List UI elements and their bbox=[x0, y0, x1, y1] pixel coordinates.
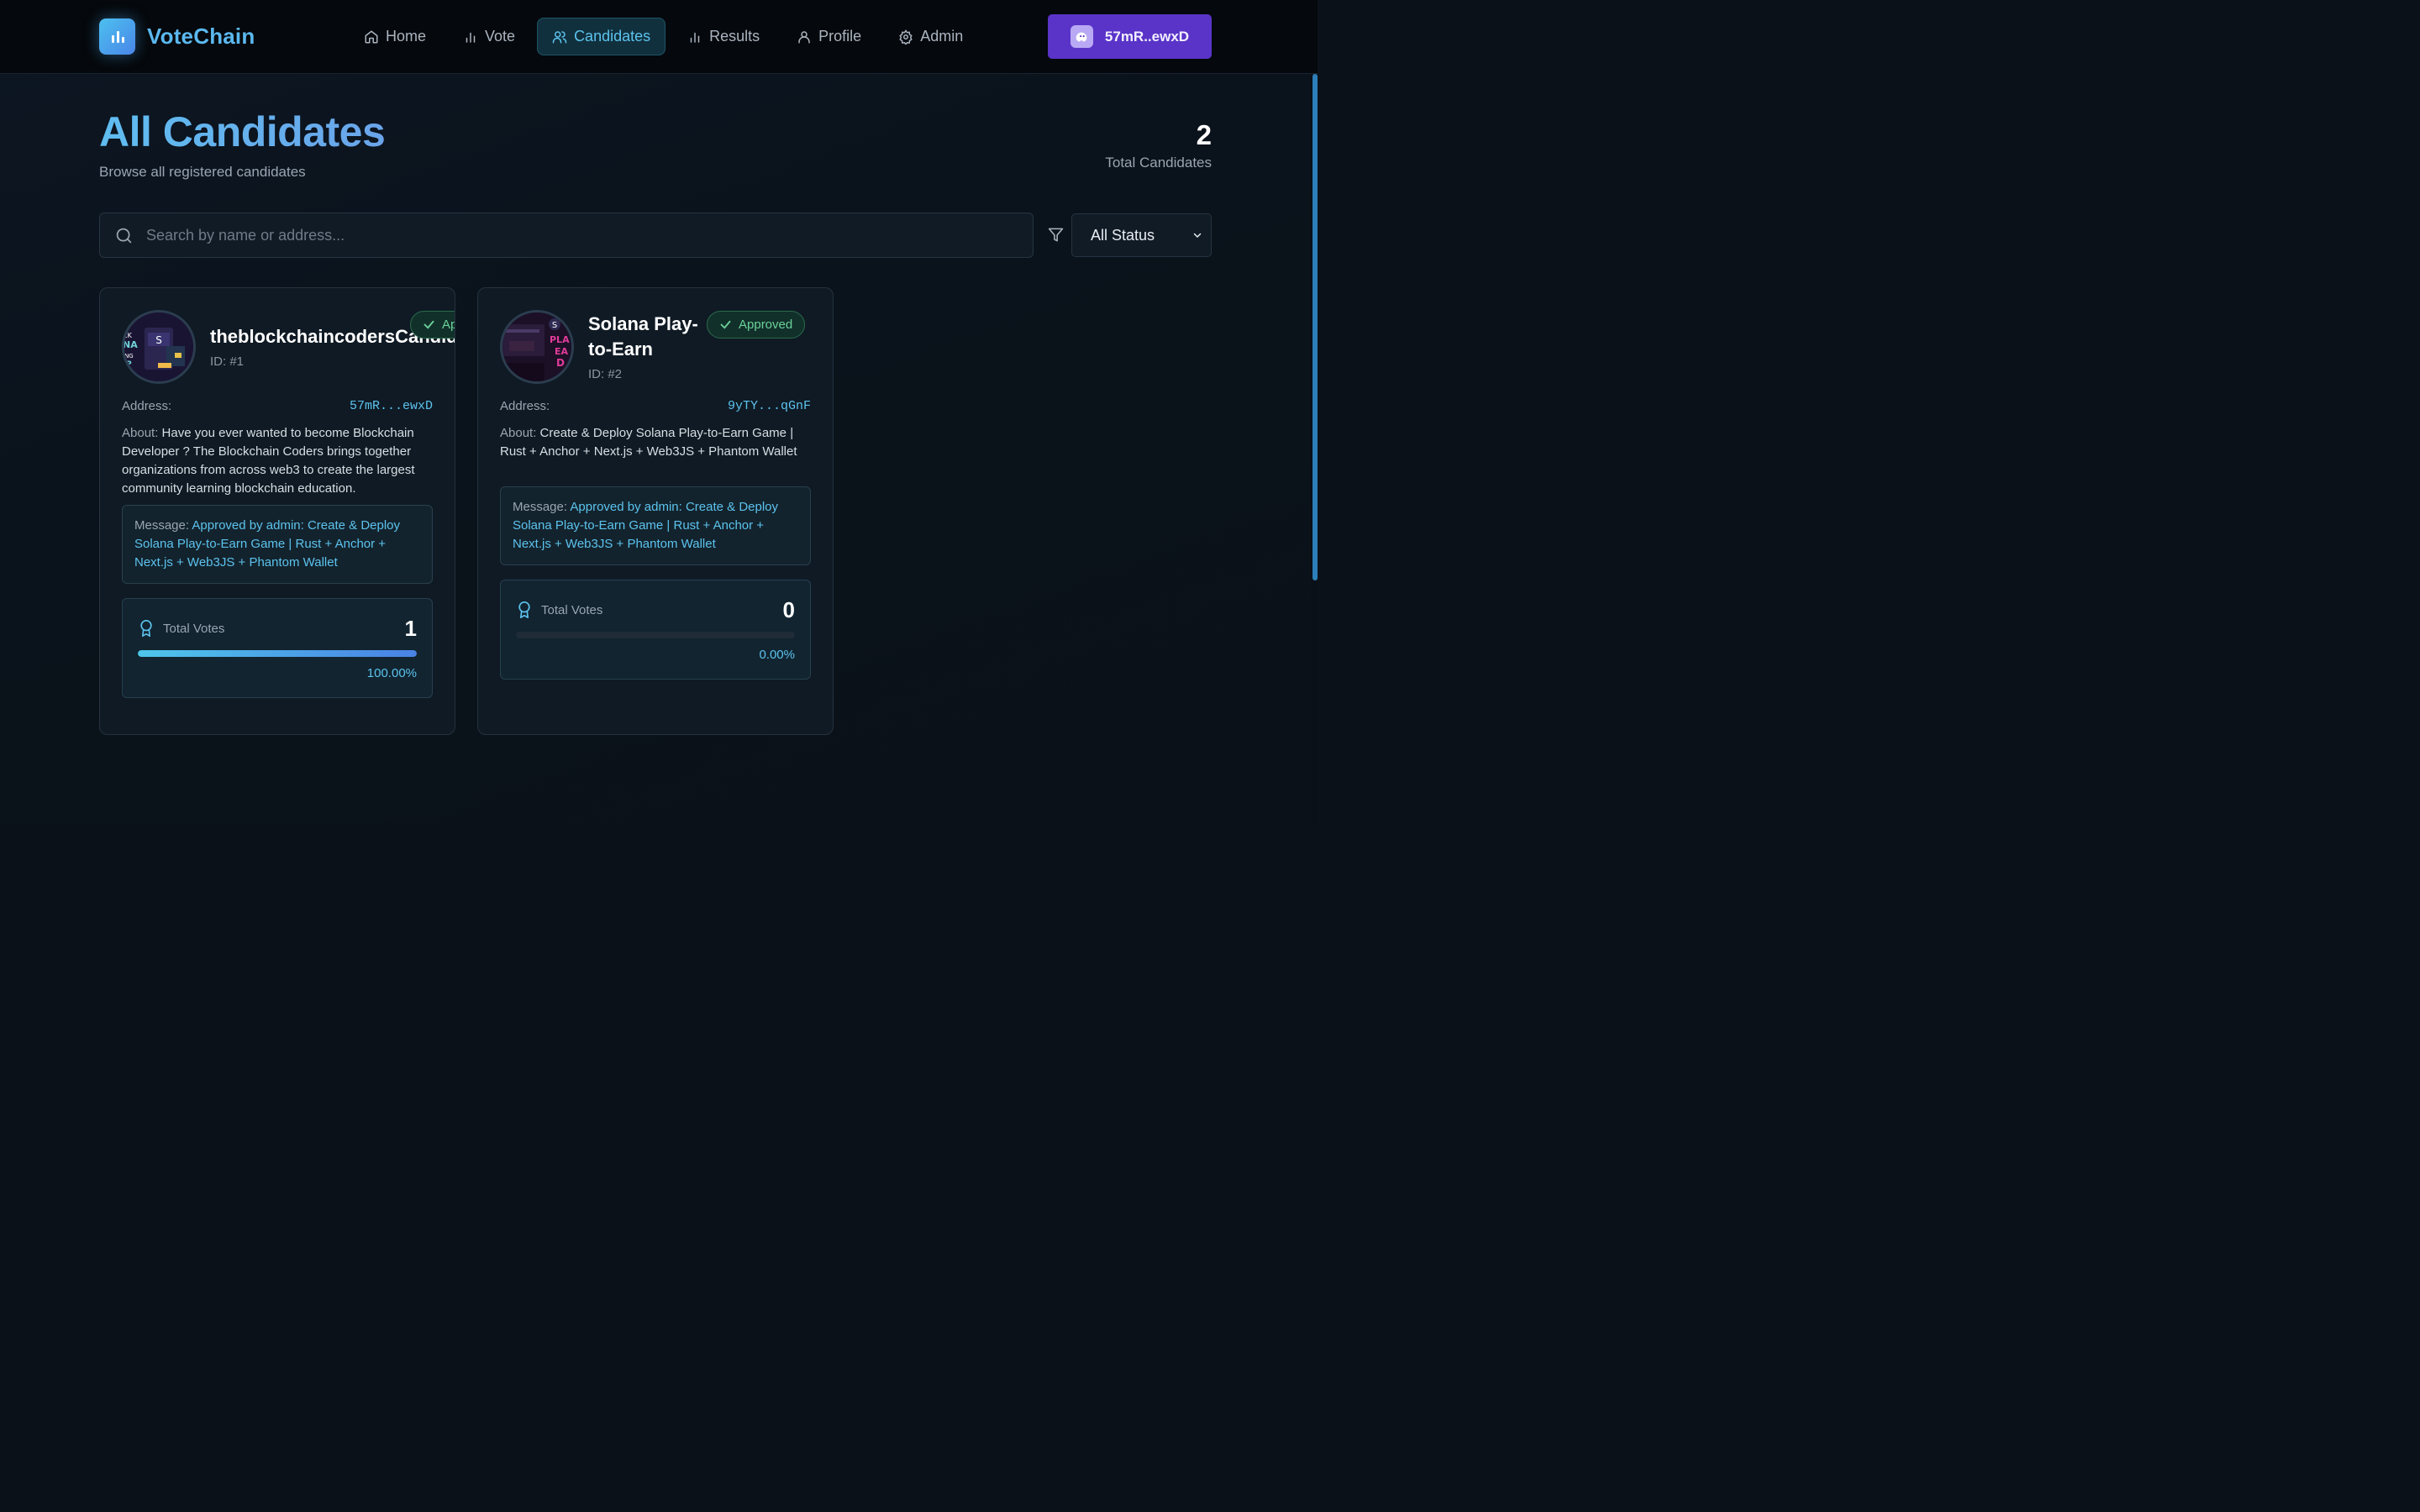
total-votes-value: 0 bbox=[782, 597, 795, 622]
main-nav: Home Vote Candidates Results Profile Adm… bbox=[349, 18, 978, 55]
candidate-name-line-1: Solana Play- bbox=[588, 313, 698, 334]
nav-profile[interactable]: Profile bbox=[781, 18, 876, 55]
candidate-card[interactable]: S PLA EA D Solana Play- to-Earn ID: #2 A… bbox=[477, 287, 834, 735]
svg-text:NA: NA bbox=[124, 339, 138, 350]
votes-header: Total Votes bbox=[516, 601, 602, 619]
gear-icon bbox=[899, 29, 913, 45]
candidate-avatar: S CK NA ING P bbox=[122, 310, 196, 384]
nav-vote-label: Vote bbox=[485, 28, 516, 45]
user-icon bbox=[798, 30, 810, 43]
total-votes-value: 1 bbox=[404, 616, 417, 641]
award-icon bbox=[518, 601, 530, 618]
chevron-down-icon bbox=[1193, 233, 1202, 239]
votes-panel: Total Votes 0 0.00% bbox=[500, 580, 811, 680]
bar-chart-icon bbox=[99, 18, 135, 55]
nav-admin[interactable]: Admin bbox=[883, 18, 978, 55]
address-label: Address: bbox=[500, 399, 550, 413]
candidate-address[interactable]: 9yTY...qGnF bbox=[728, 399, 811, 413]
filter-icon bbox=[1048, 227, 1064, 247]
total-candidates-label: Total Candidates bbox=[1105, 155, 1212, 171]
about-label: About: bbox=[122, 426, 159, 440]
about-text: About: Have you ever wanted to become Bl… bbox=[122, 424, 434, 498]
status-badge-label: Appro bbox=[442, 318, 455, 332]
candidate-address[interactable]: 57mR...ewxD bbox=[350, 399, 433, 413]
search-icon bbox=[116, 228, 132, 243]
status-filter-select[interactable]: All Status bbox=[1071, 213, 1212, 257]
award-icon bbox=[140, 620, 152, 637]
nav-candidates[interactable]: Candidates bbox=[537, 18, 666, 55]
nav-home-label: Home bbox=[386, 28, 427, 45]
svg-text:ING: ING bbox=[124, 353, 134, 360]
candidate-name: Solana Play- to-Earn bbox=[588, 312, 698, 362]
about-label: About: bbox=[500, 426, 537, 440]
votes-percentage: 100.00% bbox=[366, 666, 417, 680]
votes-percentage: 0.00% bbox=[759, 648, 795, 662]
nav-admin-label: Admin bbox=[920, 28, 964, 45]
check-icon bbox=[424, 320, 434, 329]
total-candidates-count: 2 bbox=[1196, 119, 1212, 150]
votes-panel: Total Votes 1 100.00% bbox=[122, 598, 433, 698]
candidate-name-line-2: to-Earn bbox=[588, 339, 653, 360]
candidate-id: ID: #2 bbox=[588, 367, 623, 381]
nav-vote[interactable]: Vote bbox=[448, 18, 530, 55]
message-box: Message: Approved by admin: Create & Dep… bbox=[122, 505, 433, 584]
about-value: Create & Deploy Solana Play-to-Earn Game… bbox=[500, 426, 797, 459]
svg-text:S: S bbox=[155, 334, 162, 346]
votes-header: Total Votes bbox=[138, 619, 224, 638]
svg-text:P: P bbox=[126, 360, 132, 369]
svg-text:PLA: PLA bbox=[550, 334, 570, 345]
ghost-icon bbox=[1070, 25, 1093, 48]
nav-results[interactable]: Results bbox=[672, 18, 775, 55]
candidate-card[interactable]: S CK NA ING P theblockchaincodersCandida… bbox=[99, 287, 455, 735]
nav-candidates-label: Candidates bbox=[574, 28, 651, 45]
total-votes-label: Total Votes bbox=[163, 621, 225, 636]
page-title: All Candidates bbox=[99, 108, 386, 155]
votes-progress-bar bbox=[138, 650, 417, 657]
page-subtitle: Browse all registered candidates bbox=[99, 164, 306, 180]
nav-home[interactable]: Home bbox=[349, 18, 441, 55]
search-box[interactable] bbox=[99, 213, 1034, 258]
total-votes-label: Total Votes bbox=[541, 602, 603, 617]
check-icon bbox=[720, 320, 731, 329]
home-icon bbox=[365, 30, 378, 43]
wallet-address: 57mR..ewxD bbox=[1104, 28, 1190, 45]
status-badge-label: Approved bbox=[739, 318, 793, 332]
message-label: Message: bbox=[134, 518, 190, 533]
svg-text:D: D bbox=[556, 357, 565, 369]
bar-chart-icon bbox=[466, 32, 476, 43]
svg-text:CK: CK bbox=[124, 332, 133, 339]
top-nav-bar: VoteChain Home Vote Candidates Results P… bbox=[0, 0, 1318, 74]
app-logo[interactable]: VoteChain bbox=[99, 18, 255, 55]
status-badge: Approved bbox=[707, 311, 806, 339]
users-icon bbox=[552, 30, 567, 43]
candidate-id: ID: #1 bbox=[210, 354, 245, 369]
about-value: Have you ever wanted to become Blockchai… bbox=[122, 426, 415, 496]
address-row: Address: 9yTY...qGnF bbox=[500, 399, 811, 413]
nav-results-label: Results bbox=[709, 28, 760, 45]
wallet-button[interactable]: 57mR..ewxD bbox=[1048, 14, 1212, 59]
about-text: About: Create & Deploy Solana Play-to-Ea… bbox=[500, 424, 813, 461]
svg-text:EA: EA bbox=[555, 346, 569, 357]
message-box: Message: Approved by admin: Create & Dep… bbox=[500, 486, 811, 565]
bar-chart-icon bbox=[690, 32, 700, 43]
address-label: Address: bbox=[122, 399, 172, 413]
votes-progress-bar bbox=[516, 632, 795, 638]
address-row: Address: 57mR...ewxD bbox=[122, 399, 433, 413]
votes-progress-fill bbox=[138, 650, 417, 657]
svg-text:S: S bbox=[552, 321, 557, 330]
status-badge: Appro bbox=[410, 311, 455, 339]
message-label: Message: bbox=[513, 500, 568, 514]
search-input[interactable] bbox=[146, 226, 986, 244]
candidate-avatar: S PLA EA D bbox=[500, 310, 574, 384]
app-name: VoteChain bbox=[147, 24, 255, 49]
nav-profile-label: Profile bbox=[818, 28, 862, 45]
status-filter-value: All Status bbox=[1091, 226, 1155, 244]
page-scrollbar-thumb[interactable] bbox=[1313, 74, 1318, 580]
